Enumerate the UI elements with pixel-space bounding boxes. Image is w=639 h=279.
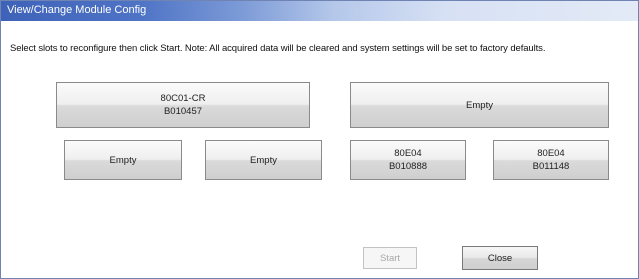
slot-2-module: Empty: [466, 99, 493, 111]
slot-5-module: 80E04: [394, 148, 422, 159]
slot-1-serial: B010457: [163, 106, 203, 117]
slot-1-module: 80C01-CR: [160, 93, 206, 104]
window-title: View/Change Module Config: [7, 4, 147, 16]
title-bar[interactable]: View/Change Module Config: [1, 1, 638, 21]
instructions-text: Select slots to reconfigure then click S…: [10, 43, 546, 54]
slot-4-button[interactable]: Empty: [205, 140, 322, 180]
slot-5-serial: B010888: [388, 161, 428, 172]
close-button[interactable]: Close: [462, 246, 538, 270]
slot-5-button[interactable]: 80E04 B010888: [350, 140, 466, 180]
slot-6-button[interactable]: 80E04 B011148: [493, 140, 609, 180]
slot-4-module: Empty: [250, 154, 277, 166]
slot-2-button[interactable]: Empty: [350, 82, 609, 128]
dialog-content: Select slots to reconfigure then click S…: [1, 21, 638, 278]
slot-3-button[interactable]: Empty: [64, 140, 182, 180]
module-config-dialog: View/Change Module Config Select slots t…: [0, 0, 639, 279]
slot-6-module: 80E04: [537, 148, 565, 159]
start-button[interactable]: Start: [363, 247, 417, 269]
slot-3-module: Empty: [109, 154, 137, 166]
slot-6-serial: B011148: [532, 161, 570, 172]
slot-1-button[interactable]: 80C01-CR B010457: [56, 82, 310, 128]
